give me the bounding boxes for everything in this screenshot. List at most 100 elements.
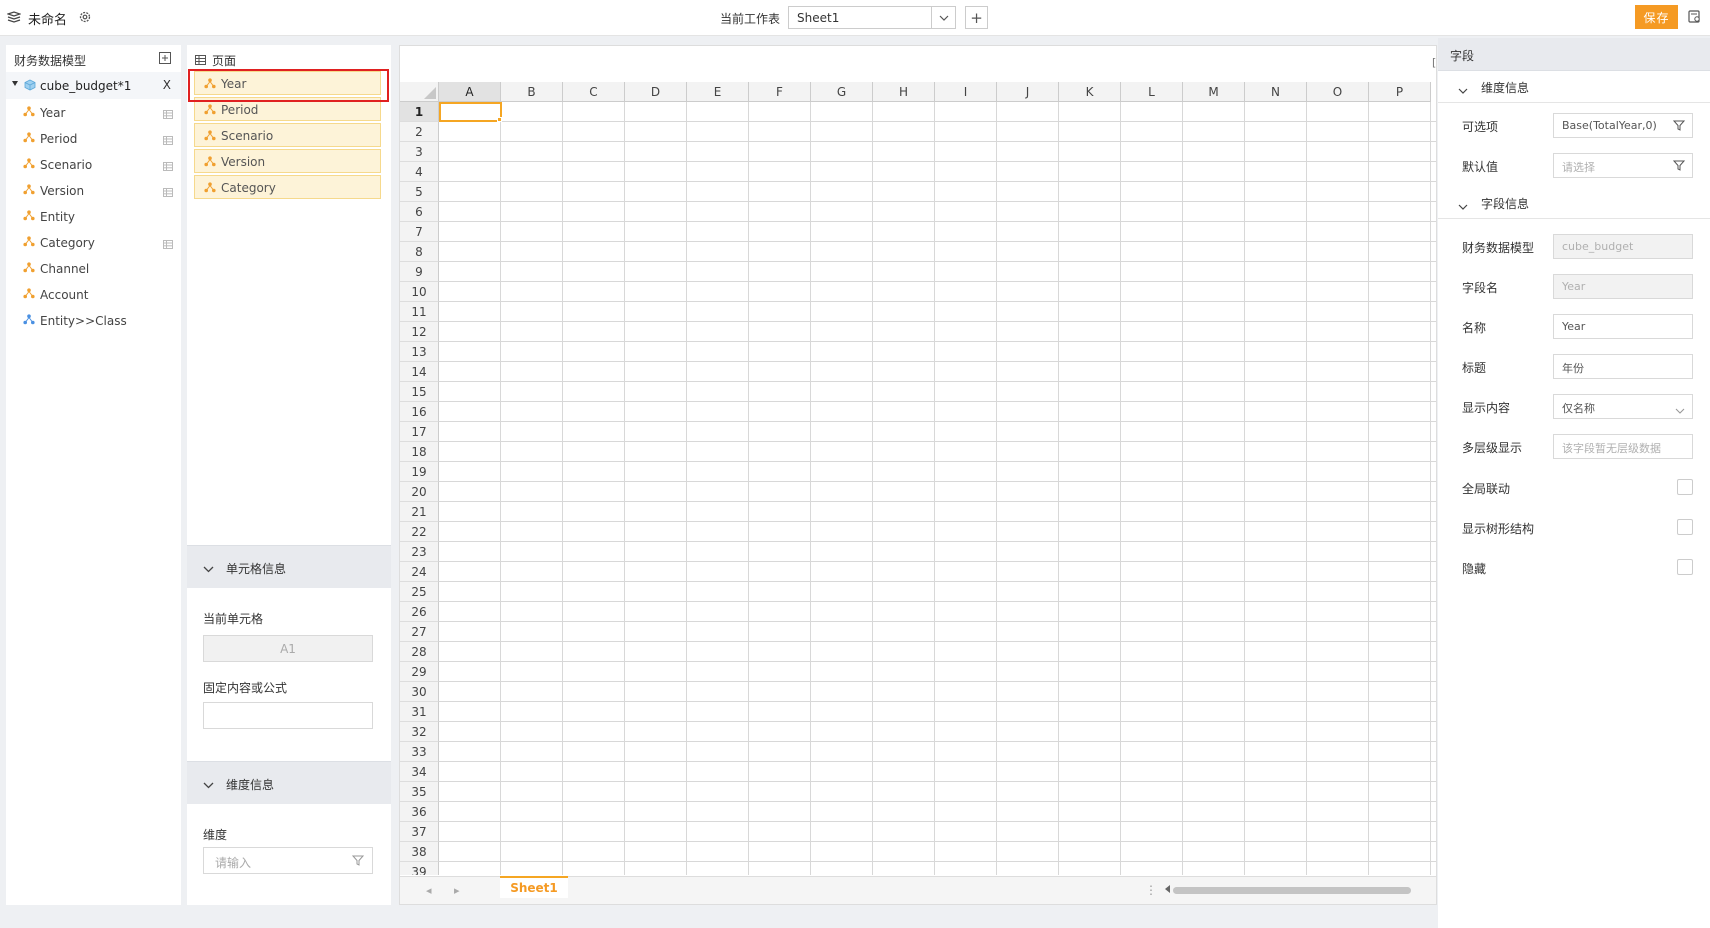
save-button[interactable]: 保存 (1635, 5, 1678, 29)
row-header[interactable]: 29 (400, 662, 439, 682)
row-header[interactable]: 10 (400, 282, 439, 302)
column-header[interactable]: F (749, 82, 811, 102)
row-header[interactable]: 26 (400, 602, 439, 622)
cell-grid[interactable] (439, 102, 1436, 875)
fill-handle[interactable] (497, 117, 502, 122)
model-tree-item[interactable]: Entity (6, 203, 181, 229)
row-header[interactable]: 18 (400, 442, 439, 462)
row-header[interactable]: 19 (400, 462, 439, 482)
row-header[interactable]: 5 (400, 182, 439, 202)
row-header[interactable]: 38 (400, 842, 439, 862)
filter-icon[interactable] (351, 855, 365, 869)
field-info-props-header[interactable]: 字段信息 (1438, 187, 1710, 219)
active-cell[interactable] (439, 102, 502, 122)
select-all-corner[interactable] (400, 82, 439, 102)
dim-info-props-header[interactable]: 维度信息 (1438, 71, 1710, 103)
add-model-icon[interactable] (159, 52, 171, 67)
column-header[interactable]: H (873, 82, 935, 102)
option-select[interactable]: Base(TotalYear,0) (1553, 113, 1693, 138)
row-header[interactable]: 23 (400, 542, 439, 562)
model-tree-item[interactable]: Category (6, 229, 181, 255)
row-header[interactable]: 11 (400, 302, 439, 322)
row-header[interactable]: 22 (400, 522, 439, 542)
page-item[interactable]: Scenario (194, 123, 381, 147)
model-tree-item[interactable]: Period (6, 125, 181, 151)
row-header[interactable]: 9 (400, 262, 439, 282)
row-header[interactable]: 13 (400, 342, 439, 362)
cell-info-section-header[interactable]: 单元格信息 (187, 545, 391, 588)
row-header[interactable]: 25 (400, 582, 439, 602)
row-header[interactable]: 8 (400, 242, 439, 262)
model-tree-item[interactable]: Scenario (6, 151, 181, 177)
column-header[interactable]: M (1183, 82, 1245, 102)
horizontal-scrollbar[interactable] (1173, 887, 1411, 894)
column-header[interactable]: N (1245, 82, 1307, 102)
row-header[interactable]: 34 (400, 762, 439, 782)
row-header[interactable]: 33 (400, 742, 439, 762)
close-icon[interactable]: X (163, 78, 171, 92)
row-header[interactable]: 12 (400, 322, 439, 342)
model-tree-item[interactable]: Channel (6, 255, 181, 281)
sheet-select[interactable]: Sheet1 (788, 6, 956, 29)
column-header[interactable]: D (625, 82, 687, 102)
row-header[interactable]: 4 (400, 162, 439, 182)
row-header[interactable]: 3 (400, 142, 439, 162)
tab-sheet1[interactable]: Sheet1 (500, 876, 568, 898)
model-tree-item[interactable]: Year (6, 99, 181, 125)
tree-structure-checkbox[interactable] (1677, 519, 1693, 535)
chevron-down-icon[interactable] (1675, 403, 1685, 417)
tab-next-icon[interactable]: ▸ (454, 884, 460, 897)
chevron-down-icon[interactable] (1458, 199, 1468, 213)
row-header[interactable]: 27 (400, 622, 439, 642)
column-header[interactable]: O (1307, 82, 1369, 102)
splitter-handle[interactable]: ⋮ (1145, 883, 1157, 897)
row-header[interactable]: 14 (400, 362, 439, 382)
scroll-left-icon[interactable] (1165, 885, 1170, 893)
row-header[interactable]: 7 (400, 222, 439, 242)
row-header[interactable]: 2 (400, 122, 439, 142)
table-icon[interactable] (163, 108, 173, 122)
table-icon[interactable] (163, 160, 173, 174)
column-header[interactable]: L (1121, 82, 1183, 102)
model-tree-item[interactable]: Version (6, 177, 181, 203)
chevron-down-icon[interactable] (1458, 83, 1468, 97)
page-item[interactable]: Category (194, 175, 381, 199)
column-header[interactable]: P (1369, 82, 1431, 102)
preview-icon[interactable] (1688, 10, 1701, 26)
column-header[interactable]: I (935, 82, 997, 102)
row-header[interactable]: 30 (400, 682, 439, 702)
cube-row[interactable]: cube_budget*1 X (6, 72, 181, 99)
name-input[interactable]: Year (1553, 314, 1693, 339)
tab-prev-icon[interactable]: ◂ (426, 884, 432, 897)
chevron-down-icon[interactable] (203, 778, 214, 792)
row-header[interactable]: 1 (400, 102, 439, 122)
table-icon[interactable] (163, 186, 173, 200)
caret-down-icon[interactable] (12, 81, 18, 86)
column-header[interactable]: B (501, 82, 563, 102)
column-header[interactable]: G (811, 82, 873, 102)
row-header[interactable]: 31 (400, 702, 439, 722)
formula-input[interactable] (203, 702, 373, 729)
global-link-checkbox[interactable] (1677, 479, 1693, 495)
filter-icon[interactable] (1672, 160, 1686, 174)
chevron-down-icon[interactable] (931, 7, 955, 28)
multilevel-input[interactable]: 该字段暂无层级数据 (1553, 434, 1693, 459)
model-tree-item[interactable]: Account (6, 281, 181, 307)
row-header[interactable]: 35 (400, 782, 439, 802)
caption-input[interactable]: 年份 (1553, 354, 1693, 379)
gear-icon[interactable] (78, 10, 92, 27)
row-header[interactable]: 37 (400, 822, 439, 842)
default-select[interactable]: 请选择 (1553, 153, 1693, 178)
sheet-grid[interactable]: A B C D E F G H I J K L M N O P 1 2 3 4 5 6 7 8 9 10 11 12 13 14 15 16 1… (400, 82, 1436, 875)
column-header[interactable]: C (563, 82, 625, 102)
row-header[interactable]: 6 (400, 202, 439, 222)
row-header[interactable]: 24 (400, 562, 439, 582)
table-icon[interactable] (163, 238, 173, 252)
hide-checkbox[interactable] (1677, 559, 1693, 575)
row-header[interactable]: 16 (400, 402, 439, 422)
add-sheet-button[interactable]: + (965, 6, 988, 29)
filter-icon[interactable] (1672, 120, 1686, 134)
row-header[interactable]: 36 (400, 802, 439, 822)
dimension-input[interactable]: 请输入 (203, 847, 373, 874)
chevron-down-icon[interactable] (203, 562, 214, 576)
